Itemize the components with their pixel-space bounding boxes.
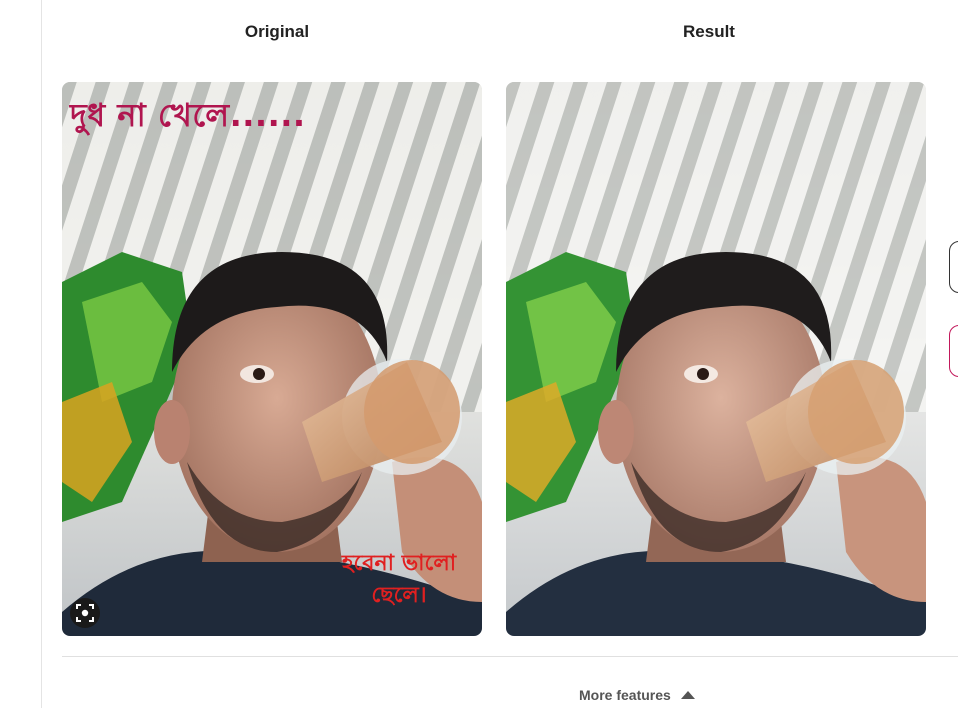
more-features-toggle[interactable]: More features: [579, 687, 695, 703]
visual-search-button[interactable]: [70, 598, 100, 628]
caret-up-icon: [680, 691, 695, 699]
original-image[interactable]: দুধ না খেলে...... হবেনা ভালো ছেলে।: [62, 82, 482, 636]
original-overlay-bottom-text: হবেনা ভালো ছেলে।: [324, 548, 474, 612]
original-column-title: Original: [244, 22, 310, 41]
side-action-button[interactable]: [949, 241, 958, 293]
more-features-label: More features: [579, 687, 671, 703]
original-overlay-bottom-line2: ছেলে।: [371, 583, 427, 608]
result-photo: [506, 82, 926, 636]
original-overlay-top-text: দুধ না খেলে......: [70, 96, 306, 134]
visual-search-icon: [76, 604, 94, 622]
result-column-title: Result: [683, 22, 735, 41]
original-overlay-bottom-line1: হবেনা ভালো: [341, 551, 457, 576]
divider: [62, 656, 958, 657]
result-image[interactable]: [506, 82, 926, 636]
side-action-button-accent[interactable]: [949, 325, 958, 377]
left-sidebar-edge: [0, 0, 42, 708]
